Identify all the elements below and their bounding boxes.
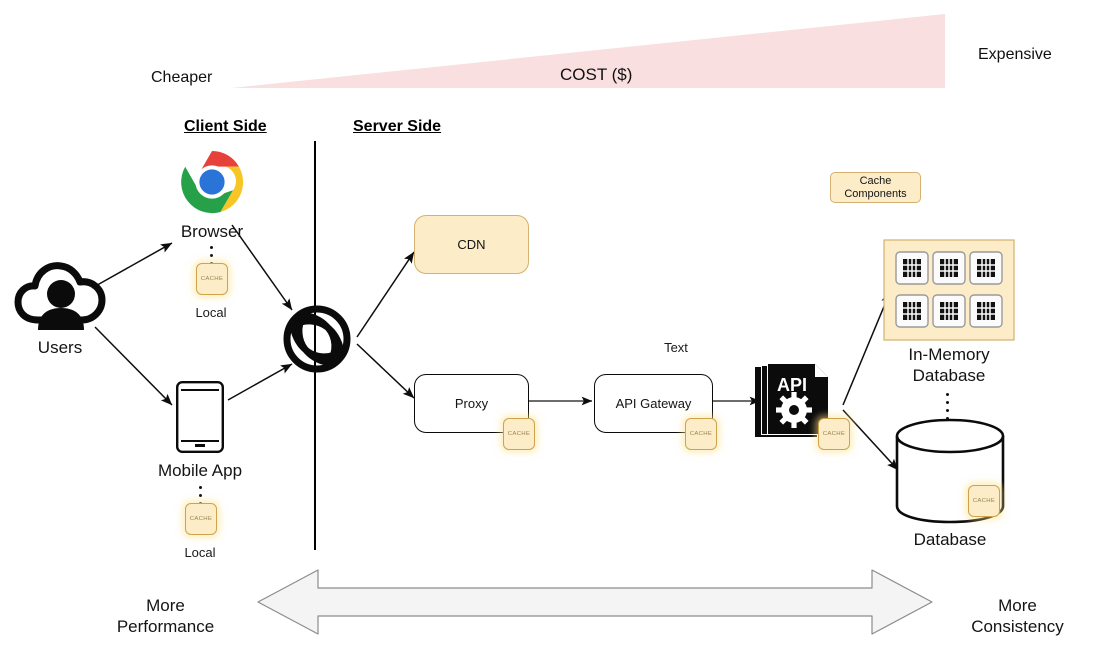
more-performance-line1: More (146, 596, 185, 615)
more-consistency-line2: Consistency (971, 617, 1064, 637)
diagram-canvas: Cheaper Expensive COST ($) Client Side S… (0, 0, 1100, 667)
more-performance-label: More Performance (98, 595, 233, 638)
more-performance-line2: Performance (116, 617, 215, 637)
more-consistency-line1: More (998, 596, 1037, 615)
more-consistency-label: More Consistency (950, 595, 1085, 638)
tradeoff-double-arrow (257, 569, 933, 635)
